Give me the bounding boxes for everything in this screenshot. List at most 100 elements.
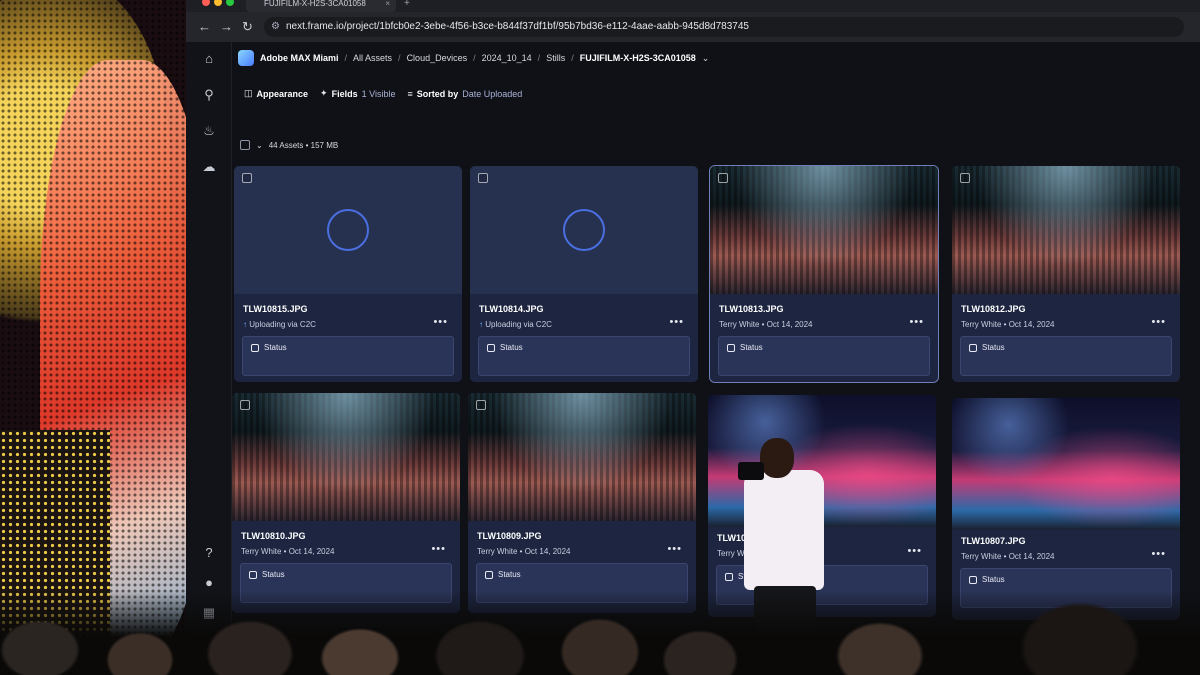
bell-icon[interactable]: ♨: [200, 122, 218, 140]
asset-filename: TLW10809.JPG: [477, 531, 542, 541]
asset-thumbnail[interactable]: [952, 166, 1180, 294]
chevron-down-icon[interactable]: ⌄: [702, 53, 710, 64]
status-icon: [487, 343, 495, 352]
more-options-icon[interactable]: •••: [907, 545, 922, 557]
asset-meta: Terry White • Oct 14, 2024: [961, 320, 1055, 329]
browser-tab[interactable]: FUJIFILM-X-H2S-3CA01058 ×: [246, 0, 396, 12]
back-arrow-icon[interactable]: ←: [198, 19, 211, 34]
asset-checkbox[interactable]: [718, 173, 728, 183]
asset-meta: Terry White • Oct 14, 2024: [719, 320, 813, 329]
status-label: Status: [969, 575, 1005, 584]
asset-card[interactable]: TLW10815.JPG ↑ Uploading via C2C ••• Sta…: [234, 166, 462, 382]
fields-button[interactable]: ✦ Fields 1 Visible: [320, 88, 395, 99]
asset-checkbox[interactable]: [478, 173, 488, 183]
asset-thumbnail[interactable]: [470, 166, 698, 294]
more-options-icon[interactable]: •••: [669, 316, 684, 328]
asset-thumbnail[interactable]: [232, 393, 460, 521]
more-options-icon[interactable]: •••: [1151, 316, 1166, 328]
breadcrumb-item[interactable]: 2024_10_14: [482, 53, 532, 63]
more-options-icon[interactable]: •••: [1151, 548, 1166, 560]
window-controls: [202, 0, 234, 6]
asset-card[interactable]: TLW10810.JPG Terry White • Oct 14, 2024 …: [232, 393, 460, 613]
sort-button[interactable]: ≡ Sorted by Date Uploaded: [407, 89, 522, 99]
cloud-upload-icon[interactable]: ☁: [200, 158, 218, 176]
status-label: Status: [251, 343, 287, 352]
breadcrumb-item[interactable]: Cloud_Devices: [407, 53, 468, 63]
camera-icon: [738, 462, 764, 480]
asset-card[interactable]: TLW10807.JPG Terry White • Oct 14, 2024 …: [952, 398, 1180, 620]
stage-photo: FUJIFILM-X-H2S-3CA01058 × + ← → ↻ ⚙ next…: [0, 0, 1200, 675]
appearance-button[interactable]: ◫ Appearance: [244, 88, 308, 99]
breadcrumb-current[interactable]: FUJIFILM-X-H2S-3CA01058: [580, 53, 696, 63]
search-icon[interactable]: ⚲: [200, 86, 218, 104]
close-window-button[interactable]: [202, 0, 210, 6]
status-icon: [969, 343, 977, 352]
loading-spinner-icon: [563, 209, 605, 251]
home-icon[interactable]: ⌂: [200, 50, 218, 68]
status-icon: [249, 570, 257, 579]
new-tab-button[interactable]: +: [404, 0, 410, 9]
asset-checkbox[interactable]: [240, 400, 250, 410]
asset-thumbnail[interactable]: [234, 166, 462, 294]
fields-icon: ✦: [320, 88, 328, 98]
status-icon: [969, 575, 977, 584]
maximize-window-button[interactable]: [226, 0, 234, 6]
status-icon: [251, 343, 259, 352]
chevron-down-icon[interactable]: ⌄: [256, 141, 263, 150]
asset-card[interactable]: TLW10814.JPG ↑ Uploading via C2C ••• Sta…: [470, 166, 698, 382]
url-field[interactable]: ⚙ next.frame.io/project/1bfcb0e2-3ebe-4f…: [264, 17, 1184, 37]
asset-filename: TLW10810.JPG: [241, 531, 306, 541]
status-field[interactable]: Status: [718, 336, 930, 376]
site-settings-icon[interactable]: ⚙: [271, 17, 280, 37]
status-field[interactable]: Status: [960, 336, 1172, 376]
asset-filename: TLW10812.JPG: [961, 304, 1026, 314]
breadcrumb-item[interactable]: Stills: [546, 53, 565, 63]
crowd-photo: [468, 393, 696, 521]
audience-silhouettes: [0, 590, 1200, 675]
more-options-icon[interactable]: •••: [909, 316, 924, 328]
minimize-window-button[interactable]: [214, 0, 222, 6]
browser-tab-bar: FUJIFILM-X-H2S-3CA01058 × +: [186, 0, 1200, 12]
asset-card[interactable]: TLW10813.JPG Terry White • Oct 14, 2024 …: [709, 165, 939, 383]
tab-close-icon[interactable]: ×: [385, 0, 390, 8]
status-label: Status: [727, 343, 763, 352]
asset-filename: TLW10807.JPG: [961, 536, 1026, 546]
reload-icon[interactable]: ↻: [242, 19, 253, 35]
background-artwork: [0, 0, 190, 675]
asset-card[interactable]: TLW10812.JPG Terry White • Oct 14, 2024 …: [952, 166, 1180, 382]
forward-arrow-icon[interactable]: →: [220, 19, 233, 34]
asset-thumbnail[interactable]: [468, 393, 696, 521]
assets-summary-bar: ⌄ 44 Assets • 157 MB: [240, 140, 338, 150]
select-all-checkbox[interactable]: [240, 140, 250, 150]
asset-filename: TLW10815.JPG: [243, 304, 308, 314]
breadcrumb-project[interactable]: Adobe MAX Miami: [260, 53, 339, 63]
upload-arrow-icon: ↑: [243, 320, 247, 329]
asset-thumbnail[interactable]: [952, 398, 1180, 530]
presenter-head: [760, 438, 794, 478]
asset-meta: Terry White • Oct 14, 2024: [477, 547, 571, 556]
asset-checkbox[interactable]: [960, 173, 970, 183]
sort-label: Sorted by: [416, 88, 459, 99]
status-label: Status: [969, 343, 1005, 352]
asset-card[interactable]: TLW10809.JPG Terry White • Oct 14, 2024 …: [468, 393, 696, 613]
asset-checkbox[interactable]: [476, 400, 486, 410]
status-icon: [485, 570, 493, 579]
status-field[interactable]: Status: [478, 336, 690, 376]
more-options-icon[interactable]: •••: [667, 543, 682, 555]
asset-thumbnail[interactable]: [710, 166, 938, 294]
breadcrumb-item[interactable]: All Assets: [353, 53, 392, 63]
appearance-icon: ◫: [244, 88, 253, 98]
more-options-icon[interactable]: •••: [433, 316, 448, 328]
project-logo-icon: [238, 50, 254, 66]
help-icon[interactable]: ?: [200, 544, 218, 562]
more-options-icon[interactable]: •••: [431, 543, 446, 555]
fields-value: 1 Visible: [361, 88, 396, 99]
tab-title: FUJIFILM-X-H2S-3CA01058: [264, 0, 366, 8]
asset-checkbox[interactable]: [242, 173, 252, 183]
breadcrumb-separator: /: [344, 53, 348, 63]
status-field[interactable]: Status: [242, 336, 454, 376]
asset-meta: Terry White • Oct 14, 2024: [241, 547, 335, 556]
status-label: Status: [487, 343, 523, 352]
sort-value: Date Uploaded: [462, 88, 523, 99]
view-toolbar: ◫ Appearance ✦ Fields 1 Visible ≡ Sorted…: [244, 88, 522, 99]
